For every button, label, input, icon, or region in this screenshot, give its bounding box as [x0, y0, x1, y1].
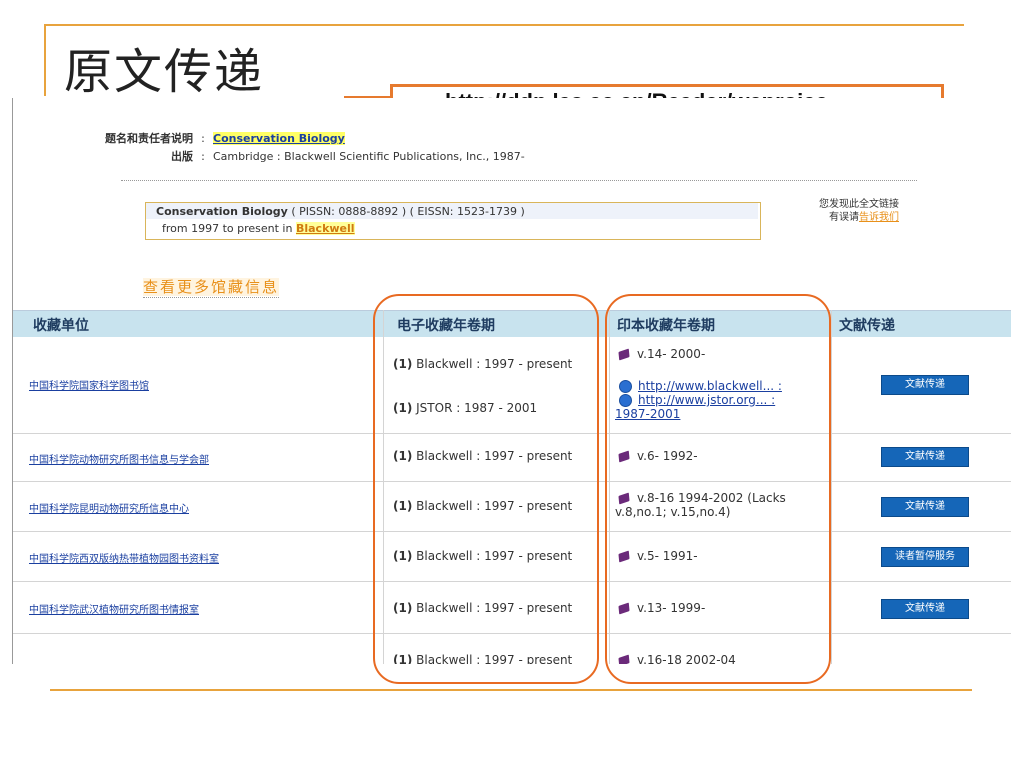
separator: :: [201, 150, 205, 163]
divider: [121, 180, 917, 181]
delivery-button[interactable]: 文献传递: [881, 375, 969, 395]
header-delivery: 文献传递: [839, 318, 895, 334]
left-rule: [44, 24, 46, 96]
publish-value: Cambridge : Blackwell Scientific Publica…: [213, 150, 525, 163]
title-label: 题名和责任者说明: [105, 132, 193, 145]
electronic-holdings-highlight: [373, 294, 599, 684]
fulltext-line2: from 1997 to present in Blackwell: [162, 222, 355, 235]
print-holdings-highlight: [605, 294, 831, 684]
report-line1: 您发现此全文链接: [819, 199, 899, 210]
more-holdings-link[interactable]: 查看更多馆藏信息: [143, 276, 280, 298]
fulltext-issn: ( PISSN: 0888-8892 ) ( EISSN: 1523-1739 …: [291, 205, 525, 218]
publish-row: 出版: Cambridge : Blackwell Scientific Publ…: [13, 148, 525, 164]
coverage-text: from 1997 to present in: [162, 222, 293, 235]
publish-label: 出版: [171, 150, 193, 163]
delivery-button[interactable]: 文献传递: [881, 497, 969, 517]
report-error: 您发现此全文链接 有误请告诉我们: [769, 198, 899, 224]
report-line2: 有误请告诉我们: [769, 211, 899, 224]
bottom-rule: [50, 689, 972, 691]
top-rule: [44, 24, 964, 26]
institution-link[interactable]: 中国科学院动物研究所图书信息与学会部: [29, 451, 209, 466]
report-link[interactable]: 告诉我们: [859, 212, 899, 223]
delivery-button-paused[interactable]: 读者暂停服务: [881, 547, 969, 567]
institution-link[interactable]: 中国科学院西双版纳热带植物园图书资料室: [29, 550, 219, 565]
provider-link[interactable]: Blackwell: [295, 222, 355, 235]
delivery-button[interactable]: 文献传递: [881, 447, 969, 467]
fulltext-box: Conservation Biology ( PISSN: 0888-8892 …: [145, 202, 761, 240]
fulltext-line1: Conservation Biology ( PISSN: 0888-8892 …: [156, 205, 525, 218]
journal-title-link[interactable]: Conservation Biology: [213, 132, 345, 145]
institution-link[interactable]: 中国科学院武汉植物研究所图书情报室: [29, 601, 199, 616]
separator: :: [201, 132, 205, 145]
institution-link[interactable]: 中国科学院昆明动物研究所信息中心: [29, 500, 189, 515]
delivery-button[interactable]: 文献传递: [881, 599, 969, 619]
title-row: 题名和责任者说明: Conservation Biology: [13, 130, 345, 146]
slide-title: 原文传递: [64, 44, 265, 100]
more-holdings-text: 查看更多馆藏信息: [143, 278, 280, 296]
fulltext-journal: Conservation Biology: [156, 205, 288, 218]
report-prefix: 有误请: [829, 212, 859, 223]
institution-link[interactable]: 中国科学院国家科学图书馆: [29, 377, 149, 392]
header-institution: 收藏单位: [33, 318, 89, 334]
